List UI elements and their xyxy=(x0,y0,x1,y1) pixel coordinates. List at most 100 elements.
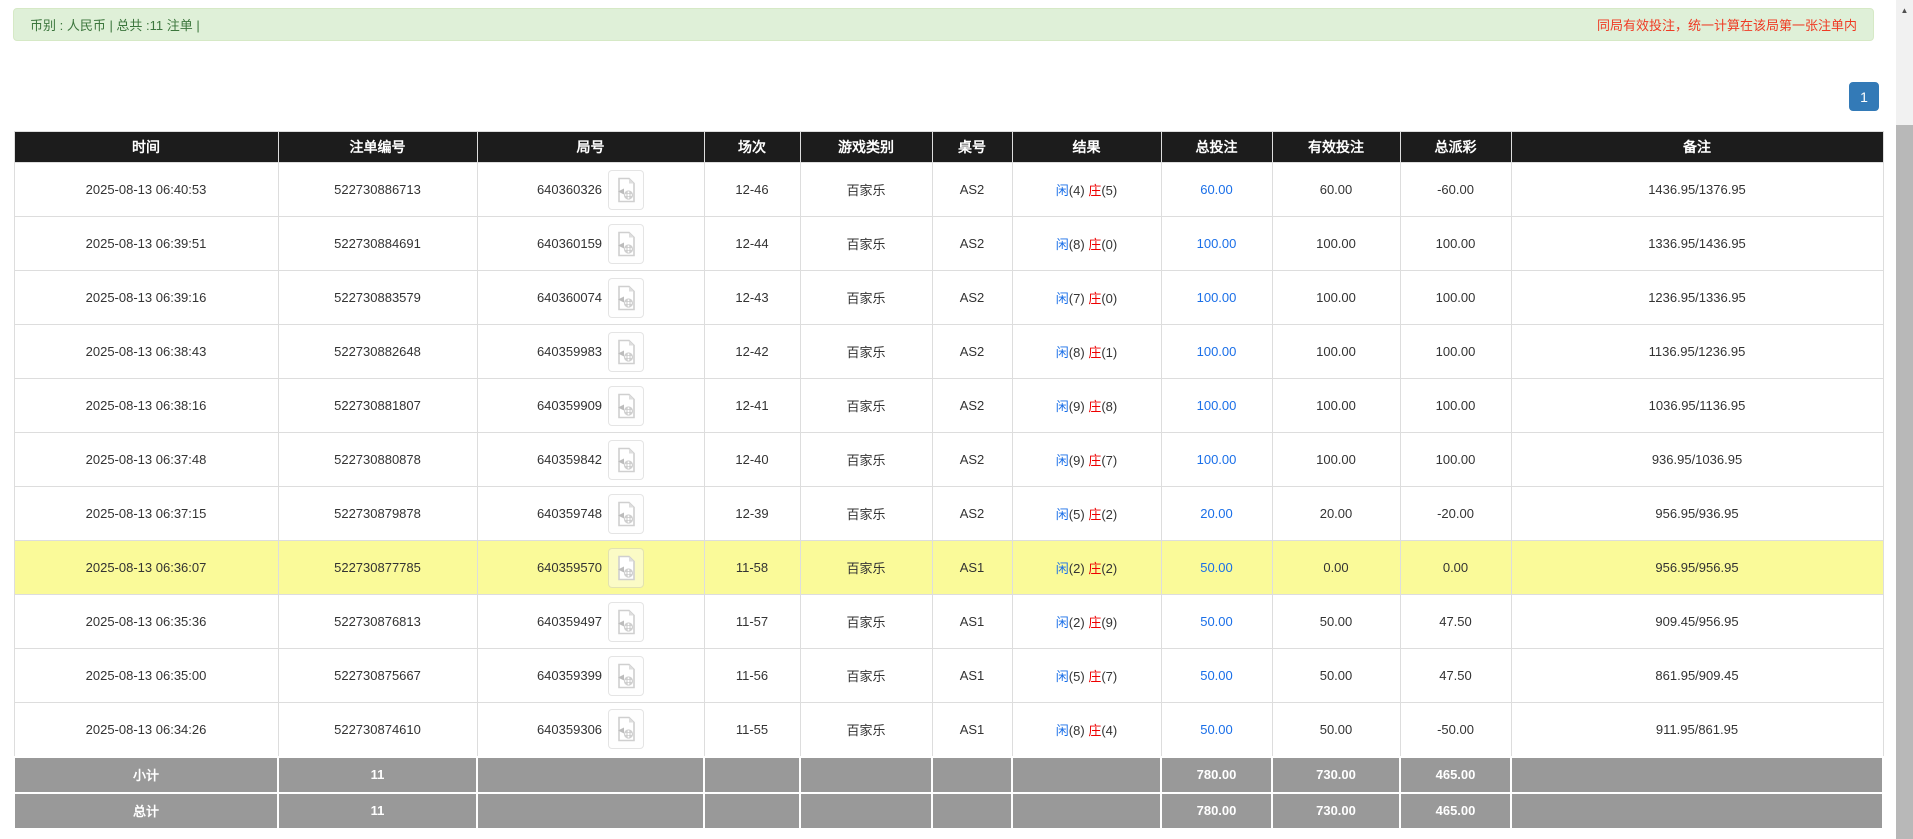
remark-cell: 909.45/956.95 xyxy=(1511,595,1883,649)
total-bet-cell: 50.00 xyxy=(1161,595,1272,649)
video-file-icon xyxy=(615,231,637,257)
video-file-icon xyxy=(615,393,637,419)
game-type-cell: 百家乐 xyxy=(800,325,932,379)
result-cell: 闲(4) 庄(5) xyxy=(1012,163,1161,217)
betting-records-page: 币别 : 人民币 | 总共 :11 注单 | 同局有效投注，统一计算在该局第一张… xyxy=(0,0,1913,839)
total-bet-cell: 100.00 xyxy=(1161,271,1272,325)
video-playback-button[interactable] xyxy=(608,656,644,696)
remark-cell: 861.95/909.45 xyxy=(1511,649,1883,703)
table-row: 2025-08-13 06:35:36 522730876813 6403594… xyxy=(14,595,1883,649)
video-playback-button[interactable] xyxy=(608,548,644,588)
video-file-icon xyxy=(615,339,637,365)
video-playback-button[interactable] xyxy=(608,224,644,264)
valid-bet-cell: 100.00 xyxy=(1272,379,1400,433)
time-cell: 2025-08-13 06:38:43 xyxy=(14,325,278,379)
player-result-label: 闲 xyxy=(1056,507,1069,522)
grand-total-total-bet: 780.00 xyxy=(1161,793,1272,829)
player-result-score: (5) xyxy=(1069,669,1085,684)
remark-cell: 936.95/1036.95 xyxy=(1511,433,1883,487)
pagination-page-1-button[interactable]: 1 xyxy=(1849,82,1879,111)
video-playback-button[interactable] xyxy=(608,494,644,534)
column-header-result: 结果 xyxy=(1012,132,1161,163)
payout-cell: -50.00 xyxy=(1400,703,1511,757)
video-playback-button[interactable] xyxy=(608,709,644,749)
time-cell: 2025-08-13 06:39:51 xyxy=(14,217,278,271)
video-playback-button[interactable] xyxy=(608,332,644,372)
scroll-up-arrow-icon[interactable]: ▲ xyxy=(1896,2,1913,18)
player-result-label: 闲 xyxy=(1056,291,1069,306)
total-bet-link[interactable]: 50.00 xyxy=(1200,722,1233,737)
player-result-score: (8) xyxy=(1069,723,1085,738)
round-id-text: 640359497 xyxy=(537,614,602,629)
player-result-label: 闲 xyxy=(1056,453,1069,468)
game-type-cell: 百家乐 xyxy=(800,163,932,217)
round-cell: 640359570 xyxy=(477,541,704,595)
round-cell: 640359842 xyxy=(477,433,704,487)
player-result-score: (8) xyxy=(1069,345,1085,360)
session-cell: 11-58 xyxy=(704,541,800,595)
payout-cell: 0.00 xyxy=(1400,541,1511,595)
video-playback-button[interactable] xyxy=(608,170,644,210)
total-bet-cell: 100.00 xyxy=(1161,217,1272,271)
player-result-label: 闲 xyxy=(1056,399,1069,414)
video-playback-button[interactable] xyxy=(608,440,644,480)
bet-id-cell: 522730882648 xyxy=(278,325,477,379)
video-playback-button[interactable] xyxy=(608,386,644,426)
table-no-cell: AS1 xyxy=(932,703,1012,757)
result-cell: 闲(5) 庄(7) xyxy=(1012,649,1161,703)
bet-id-cell: 522730883579 xyxy=(278,271,477,325)
total-bet-link[interactable]: 20.00 xyxy=(1200,506,1233,521)
result-cell: 闲(5) 庄(2) xyxy=(1012,487,1161,541)
round-cell: 640359497 xyxy=(477,595,704,649)
total-bet-link[interactable]: 100.00 xyxy=(1197,452,1237,467)
player-result-label: 闲 xyxy=(1056,237,1069,252)
total-bet-link[interactable]: 50.00 xyxy=(1200,668,1233,683)
video-playback-button[interactable] xyxy=(608,602,644,642)
total-bet-link[interactable]: 100.00 xyxy=(1197,344,1237,359)
time-cell: 2025-08-13 06:37:15 xyxy=(14,487,278,541)
column-header-round: 局号 xyxy=(477,132,704,163)
game-type-cell: 百家乐 xyxy=(800,379,932,433)
round-id-text: 640360074 xyxy=(537,290,602,305)
total-bet-cell: 50.00 xyxy=(1161,649,1272,703)
total-bet-link[interactable]: 100.00 xyxy=(1197,236,1237,251)
table-no-cell: AS2 xyxy=(932,163,1012,217)
banker-result-score: (8) xyxy=(1101,399,1117,414)
valid-bet-cell: 100.00 xyxy=(1272,271,1400,325)
vertical-scrollbar[interactable]: ▲ xyxy=(1896,0,1913,839)
total-bet-link[interactable]: 50.00 xyxy=(1200,560,1233,575)
valid-bet-cell: 20.00 xyxy=(1272,487,1400,541)
result-cell: 闲(7) 庄(0) xyxy=(1012,271,1161,325)
round-id-text: 640360159 xyxy=(537,236,602,251)
banker-result-score: (0) xyxy=(1101,291,1117,306)
valid-bet-cell: 100.00 xyxy=(1272,325,1400,379)
payout-cell: -20.00 xyxy=(1400,487,1511,541)
video-playback-button[interactable] xyxy=(608,278,644,318)
table-row: 2025-08-13 06:39:16 522730883579 6403600… xyxy=(14,271,1883,325)
video-file-icon xyxy=(615,285,637,311)
grand-total-row: 总计 11 780.00 730.00 465.00 xyxy=(14,793,1883,829)
player-result-score: (7) xyxy=(1069,291,1085,306)
bet-id-cell: 522730884691 xyxy=(278,217,477,271)
grand-total-count: 11 xyxy=(278,793,477,829)
total-bet-link[interactable]: 50.00 xyxy=(1200,614,1233,629)
total-bet-link[interactable]: 60.00 xyxy=(1200,182,1233,197)
valid-bet-cell: 60.00 xyxy=(1272,163,1400,217)
round-cell: 640359909 xyxy=(477,379,704,433)
total-bet-link[interactable]: 100.00 xyxy=(1197,290,1237,305)
table-row: 2025-08-13 06:35:00 522730875667 6403593… xyxy=(14,649,1883,703)
table-row: 2025-08-13 06:37:15 522730879878 6403597… xyxy=(14,487,1883,541)
video-file-icon xyxy=(615,609,637,635)
banker-result-score: (2) xyxy=(1101,507,1117,522)
total-bet-cell: 50.00 xyxy=(1161,541,1272,595)
total-bet-link[interactable]: 100.00 xyxy=(1197,398,1237,413)
bet-id-cell: 522730879878 xyxy=(278,487,477,541)
total-bet-cell: 100.00 xyxy=(1161,325,1272,379)
banker-result-label: 庄 xyxy=(1088,723,1101,738)
column-header-game-type: 游戏类别 xyxy=(800,132,932,163)
column-header-payout: 总派彩 xyxy=(1400,132,1511,163)
table-no-cell: AS2 xyxy=(932,325,1012,379)
banker-result-label: 庄 xyxy=(1088,291,1101,306)
scrollbar-thumb[interactable] xyxy=(1896,125,1913,839)
session-cell: 11-57 xyxy=(704,595,800,649)
